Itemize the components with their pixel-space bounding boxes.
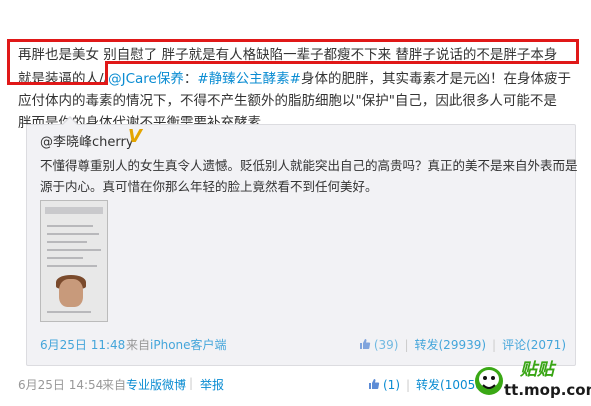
- repost-text-line-2: 源于内心。真可惜在你那么年轻的脸上竟然看不到任何美好。: [40, 179, 378, 194]
- screenshot-thumbnail[interactable]: [40, 200, 108, 322]
- repost-text-line-1: 不懂得尊重别人的女生真令人遗憾。贬低别人就能突出自己的高贵吗？真正的美不是来自外…: [40, 158, 578, 173]
- thumbs-up-icon: [359, 339, 370, 349]
- repost-actions: (39) | 转发(29939) | 评论(2071): [359, 336, 566, 353]
- thumb-line: [47, 249, 101, 251]
- footer-divider: |: [189, 376, 194, 390]
- thumb-line: [47, 233, 99, 235]
- mention-link-jcare[interactable]: @JCare保养: [108, 71, 184, 87]
- report-link[interactable]: 举报: [200, 376, 224, 393]
- mascot-icon: [475, 367, 503, 395]
- highlight-box-divider: [105, 61, 579, 64]
- repost-like-button[interactable]: (39): [359, 338, 398, 352]
- repost-time-link[interactable]: 6月25日 11:48: [40, 336, 125, 353]
- post-time-link[interactable]: 6月25日 14:54: [18, 376, 103, 393]
- thumb-line: [47, 311, 91, 313]
- watermark-logo: 贴贴: [520, 360, 554, 380]
- repost-pointer-inner: [63, 118, 77, 125]
- post-source: 来自专业版微博: [102, 378, 187, 392]
- repost-client-link[interactable]: iPhone客户端: [150, 338, 227, 352]
- highlight-box-bottom: [7, 61, 108, 85]
- colon: ：: [183, 71, 198, 87]
- repost-forward-link[interactable]: 转发(29939): [415, 338, 487, 352]
- post-text-line-3: 应付体内的毒素的情况下，不得不产生额外的脂肪细胞以"保护"自己，因此很多人可能不…: [18, 93, 557, 109]
- post-client-link[interactable]: 专业版微博: [126, 378, 186, 392]
- verified-badge-icon: V: [128, 126, 142, 147]
- thumb-line: [47, 257, 83, 259]
- thumb-line: [47, 265, 97, 267]
- thumb-line: [47, 241, 87, 243]
- repost-source: 来自iPhone客户端: [126, 338, 227, 352]
- weibo-post: 再胖也是美女 别自慰了 胖子就是有人格缺陷一辈子都瘦不下来 替胖子说话的不是胖子…: [0, 0, 591, 406]
- repost-comment-link[interactable]: 评论(2071): [502, 338, 566, 352]
- thumb-photo-face: [59, 279, 83, 307]
- thumbs-up-icon: [369, 379, 380, 389]
- thumb-header-bar: [45, 207, 103, 214]
- thumb-line: [47, 225, 93, 227]
- repost-author[interactable]: @李晓峰cherry: [40, 131, 134, 150]
- post-text-rest: 身体的肥胖，其实毒素才是元凶！在身体疲于: [300, 71, 571, 87]
- site-watermark: 贴贴 tt.mop.com: [466, 355, 591, 405]
- hashtag-link[interactable]: #静臻公主酵素#: [197, 71, 301, 87]
- watermark-site: tt.mop.com: [504, 381, 591, 399]
- post-like-button[interactable]: (1): [368, 378, 400, 392]
